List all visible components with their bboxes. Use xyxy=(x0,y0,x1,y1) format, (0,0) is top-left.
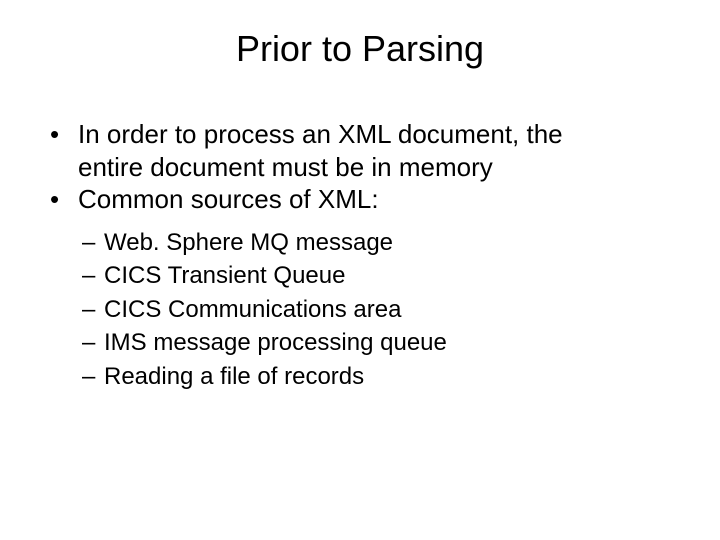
slide-content: • In order to process an XML document, t… xyxy=(40,118,680,393)
sub-bullet-text: CICS Transient Queue xyxy=(104,259,680,293)
dash-icon: – xyxy=(82,326,104,360)
sub-bullet-text: Web. Sphere MQ message xyxy=(104,226,680,260)
bullet-mark-icon: • xyxy=(50,183,78,216)
dash-icon: – xyxy=(82,360,104,394)
dash-icon: – xyxy=(82,259,104,293)
bullet-item: • Common sources of XML: xyxy=(50,183,680,216)
main-bullet-list: • In order to process an XML document, t… xyxy=(50,118,680,216)
bullet-text: In order to process an XML document, the xyxy=(78,118,680,151)
sub-bullet-item: – CICS Transient Queue xyxy=(82,259,680,293)
bullet-text: Common sources of XML: xyxy=(78,183,680,216)
sub-bullet-list: – Web. Sphere MQ message – CICS Transien… xyxy=(50,226,680,394)
sub-bullet-item: – Web. Sphere MQ message xyxy=(82,226,680,260)
sub-bullet-text: IMS message processing queue xyxy=(104,326,680,360)
sub-bullet-text: Reading a file of records xyxy=(104,360,680,394)
bullet-text-continuation: entire document must be in memory xyxy=(50,151,680,184)
dash-icon: – xyxy=(82,293,104,327)
sub-bullet-item: – CICS Communications area xyxy=(82,293,680,327)
dash-icon: – xyxy=(82,226,104,260)
bullet-mark-icon: • xyxy=(50,118,78,151)
sub-bullet-item: – Reading a file of records xyxy=(82,360,680,394)
sub-bullet-text: CICS Communications area xyxy=(104,293,680,327)
sub-bullet-item: – IMS message processing queue xyxy=(82,326,680,360)
slide-title: Prior to Parsing xyxy=(40,28,680,70)
bullet-item: • In order to process an XML document, t… xyxy=(50,118,680,151)
